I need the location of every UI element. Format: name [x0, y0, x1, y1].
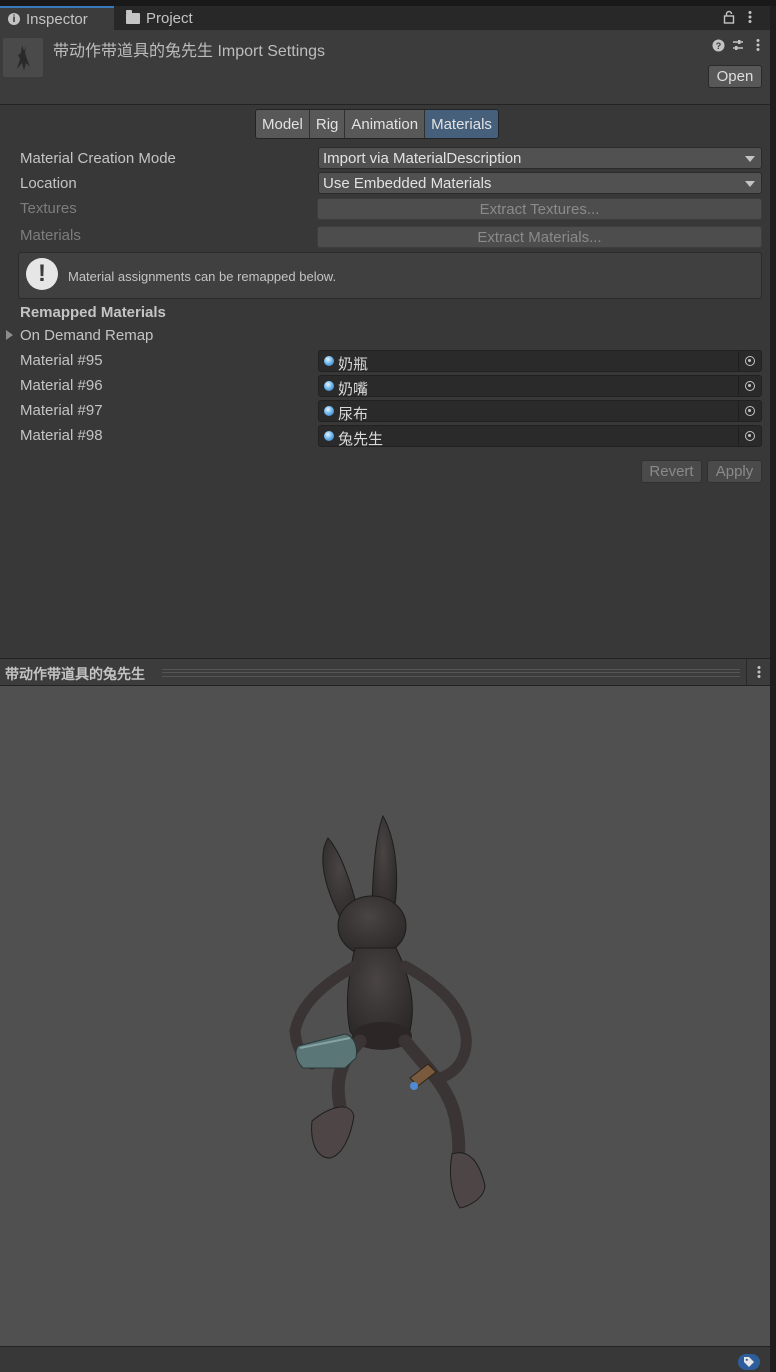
more-vert-icon[interactable]	[746, 659, 771, 685]
object-picker-icon[interactable]	[738, 426, 761, 446]
more-vert-icon[interactable]	[744, 10, 756, 24]
material-label: Material #95	[20, 352, 103, 369]
tab-model[interactable]: Model	[256, 110, 310, 138]
material-object-field[interactable]: 奶瓶	[318, 350, 762, 373]
material-value: 奶嘴	[338, 381, 369, 398]
material-icon	[324, 431, 334, 441]
chevron-down-icon	[745, 181, 755, 187]
more-vert-icon[interactable]	[752, 38, 764, 52]
extract-textures-button[interactable]: Extract Textures...	[317, 198, 762, 220]
material-object-field[interactable]: 尿布	[318, 400, 762, 423]
scrollbar[interactable]	[770, 6, 776, 1372]
tab-bar	[0, 6, 770, 30]
chevron-down-icon	[745, 156, 755, 162]
dropdown-value: Import via MaterialDescription	[323, 149, 522, 167]
preset-sliders-icon[interactable]	[731, 38, 745, 52]
material-icon	[324, 381, 334, 391]
tab-rig[interactable]: Rig	[309, 110, 346, 138]
warning-icon: !	[26, 258, 58, 290]
svg-text:?: ?	[715, 41, 721, 51]
object-picker-icon[interactable]	[738, 401, 761, 421]
page-title: 带动作带道具的兔先生 Import Settings	[53, 43, 326, 60]
tab-project[interactable]: Project	[118, 6, 236, 30]
rabbit-model-render	[289, 814, 486, 1209]
location-dropdown[interactable]: Use Embedded Materials	[318, 172, 762, 194]
object-picker-icon[interactable]	[738, 351, 761, 371]
foldout-arrow-icon[interactable]	[6, 330, 13, 340]
material-object-field[interactable]: 兔先生	[318, 425, 762, 448]
remapped-materials-heading: Remapped Materials	[20, 304, 166, 321]
model-preview-viewport[interactable]	[0, 686, 770, 1346]
material-value: 兔先生	[338, 431, 384, 448]
location-label: Location	[20, 175, 77, 192]
dropdown-value: Use Embedded Materials	[323, 174, 492, 192]
material-label: Material #96	[20, 377, 103, 394]
preview-title: 带动作带道具的兔先生	[5, 666, 145, 682]
material-value: 奶瓶	[338, 356, 369, 373]
open-button[interactable]: Open	[708, 65, 762, 88]
revert-button[interactable]: Revert	[641, 460, 702, 483]
asset-bundle-bar	[0, 1346, 770, 1372]
import-settings-tabs: Model Rig Animation Materials	[255, 109, 499, 139]
tab-inspector[interactable]: i Inspector	[0, 6, 114, 30]
tab-label: Project	[146, 9, 193, 27]
material-label: Material #98	[20, 427, 103, 444]
material-creation-mode-dropdown[interactable]: Import via MaterialDescription	[318, 147, 762, 169]
material-label: Material #97	[20, 402, 103, 419]
info-icon: i	[8, 13, 20, 25]
tab-animation[interactable]: Animation	[345, 110, 426, 138]
extract-materials-button[interactable]: Extract Materials...	[317, 226, 762, 248]
preview-drag-handle[interactable]	[162, 669, 740, 677]
material-object-field[interactable]: 奶嘴	[318, 375, 762, 398]
material-value: 尿布	[338, 406, 369, 423]
tag-icon[interactable]	[738, 1354, 760, 1370]
tab-materials[interactable]: Materials	[425, 110, 498, 138]
material-icon	[324, 356, 334, 366]
material-icon	[324, 406, 334, 416]
help-text: Material assignments can be remapped bel…	[68, 269, 337, 284]
folder-icon	[126, 9, 140, 24]
materials-label: Materials	[20, 227, 81, 244]
on-demand-remap-foldout[interactable]: On Demand Remap	[20, 327, 153, 344]
material-creation-mode-label: Material Creation Mode	[20, 150, 176, 167]
textures-label: Textures	[20, 200, 77, 217]
asset-thumbnail	[3, 38, 43, 77]
lock-icon[interactable]	[722, 10, 736, 24]
help-icon[interactable]: ?	[711, 38, 725, 52]
tab-label: Inspector	[26, 10, 88, 28]
object-picker-icon[interactable]	[738, 376, 761, 396]
apply-button[interactable]: Apply	[707, 460, 762, 483]
